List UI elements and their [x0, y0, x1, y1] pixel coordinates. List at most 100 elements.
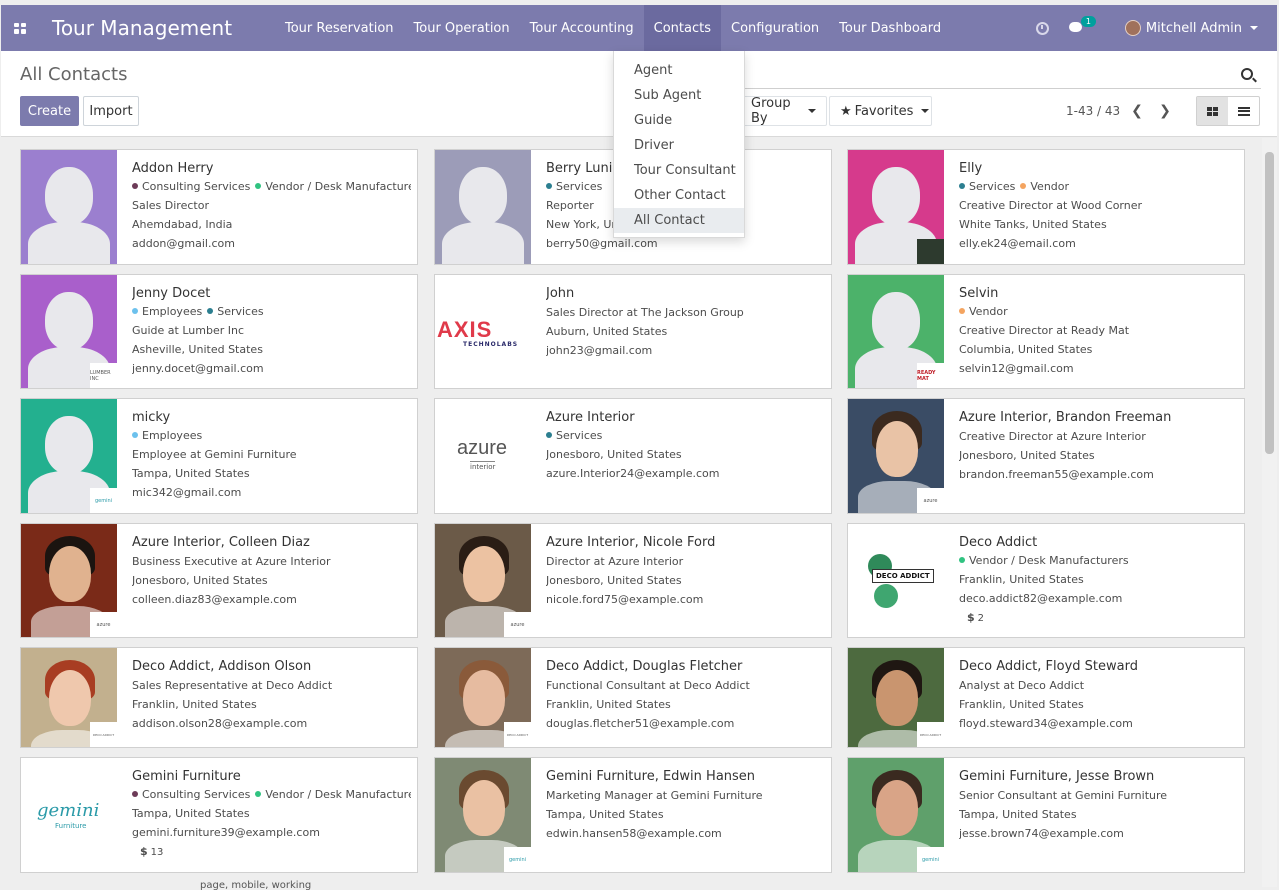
contact-name[interactable]: Gemini Furniture, Edwin Hansen [546, 768, 825, 786]
user-menu-caret-icon[interactable] [1250, 26, 1258, 30]
group-by-button[interactable]: Group By [740, 96, 827, 126]
contact-name[interactable]: Azure Interior, Colleen Diaz [132, 534, 411, 552]
pager-value[interactable]: 1-43 / 43 [1066, 104, 1120, 118]
contact-image [435, 150, 531, 264]
contact-name[interactable]: Elly [959, 160, 1238, 178]
contact-email: brandon.freeman55@example.com [959, 468, 1154, 481]
contact-card[interactable]: LUMBER INC Jenny Docet Employees Services Gu… [20, 274, 418, 389]
contact-details: Azure Interior Services Jonesboro, United … [546, 409, 825, 483]
contact-card[interactable]: azure Azure Interior, Nicole Ford Director… [434, 523, 832, 638]
contact-details: Selvin Vendor Creative Director at Ready M… [959, 285, 1238, 378]
contact-card[interactable]: Elly Services Vendor Creative Director at W… [847, 149, 1245, 265]
contact-card[interactable]: Addon Herry Consulting Services Vendor / D… [20, 149, 418, 265]
dropdown-item-guide[interactable]: Guide [614, 108, 744, 133]
photo-face [876, 421, 918, 477]
menu-tour-reservation[interactable]: Tour Reservation [275, 5, 404, 51]
dropdown-item-tour-consultant[interactable]: Tour Consultant [614, 158, 744, 183]
activity-clock-icon[interactable] [1035, 21, 1049, 35]
tag-color-dot [132, 183, 138, 189]
contact-card[interactable]: gemini Gemini Furniture, Jesse Brown Senio… [847, 757, 1245, 873]
contact-name[interactable]: Jenny Docet [132, 285, 411, 303]
contact-details: Gemini Furniture, Jesse Brown Senior Cons… [959, 768, 1238, 843]
scrollbar[interactable] [1262, 138, 1277, 887]
chat-bubble-icon [1068, 21, 1082, 32]
apps-menu-button[interactable] [1, 5, 39, 51]
contact-name[interactable]: micky [132, 409, 411, 427]
tag-label: Services [969, 180, 1016, 193]
dropdown-item-agent[interactable]: Agent [614, 58, 744, 83]
contact-card[interactable]: azure Azure Interior, Brandon Freeman Crea… [847, 398, 1245, 514]
scrollbar-thumb[interactable] [1265, 152, 1274, 454]
contact-card[interactable]: DECO ADDICT Deco Addict, Floyd Steward Ana… [847, 647, 1245, 748]
contact-name[interactable]: Azure Interior, Nicole Ford [546, 534, 825, 552]
search-input[interactable] [741, 61, 1221, 87]
tag: Services [546, 180, 602, 193]
contact-name[interactable]: Azure Interior [546, 409, 825, 427]
contact-card[interactable]: gemini Furniture Gemini Furniture Consultin… [20, 757, 418, 873]
contact-name[interactable]: Selvin [959, 285, 1238, 303]
menu-configuration[interactable]: Configuration [721, 5, 829, 51]
dropdown-item-driver[interactable]: Driver [614, 133, 744, 158]
tag-color-dot [132, 432, 138, 438]
contact-name[interactable]: Deco Addict [959, 534, 1238, 552]
search-icon[interactable] [1241, 68, 1253, 80]
contact-info-line: Employee at Gemini Furniture [132, 448, 297, 461]
photo-face [463, 546, 505, 602]
contact-name[interactable]: Gemini Furniture, Jesse Brown [959, 768, 1238, 786]
menu-tour-dashboard[interactable]: Tour Dashboard [829, 5, 951, 51]
menu-contacts[interactable]: Contacts [643, 5, 721, 51]
contact-name[interactable]: Addon Herry [132, 160, 411, 178]
company-logo-badge: DECO ADDICT [917, 722, 944, 747]
contact-name[interactable]: Deco Addict, Floyd Steward [959, 658, 1238, 676]
contact-image: READY MAT [848, 275, 944, 388]
contact-info-line: Sales Representative at Deco Addict [132, 679, 333, 692]
avatar-head [45, 416, 93, 474]
menu-tour-operation[interactable]: Tour Operation [404, 5, 520, 51]
contact-image: AXIS TECHNOLABS [435, 275, 531, 388]
create-button[interactable]: Create [20, 96, 79, 126]
tag: Services [207, 305, 264, 318]
import-button[interactable]: Import [83, 96, 139, 126]
contact-info-line: Tampa, United States [959, 808, 1077, 821]
list-view-button[interactable] [1228, 97, 1259, 125]
dropdown-item-all-contact[interactable]: All Contact [614, 208, 744, 233]
contact-info-line: Franklin, United States [546, 698, 671, 711]
sales-count: $2 [959, 611, 1238, 624]
contact-card[interactable]: DECO ADDICT Deco Addict, Addison Olson Sal… [20, 647, 418, 748]
dropdown-item-sub-agent[interactable]: Sub Agent [614, 83, 744, 108]
messaging-button[interactable]: 1 [1068, 15, 1096, 35]
contact-info-line: Franklin, United States [132, 698, 257, 711]
company-logo-badge: gemini [90, 488, 117, 513]
contact-name[interactable]: Deco Addict, Douglas Fletcher [546, 658, 825, 676]
app-title[interactable]: Tour Management [52, 16, 275, 40]
contact-card[interactable]: DECO ADDICT Deco Addict Vendor / Desk Manu… [847, 523, 1245, 638]
contact-card[interactable]: READY MAT Selvin Vendor Creative Director a… [847, 274, 1245, 389]
contact-card[interactable]: azure interior Azure Interior Services Jones… [434, 398, 832, 514]
contact-name[interactable]: Azure Interior, Brandon Freeman [959, 409, 1238, 427]
company-logo-badge: gemini [504, 847, 531, 872]
company-logo-badge [505, 374, 531, 388]
contact-image: gemini [435, 758, 531, 872]
contact-name[interactable]: John [546, 285, 825, 303]
tag-label: Services [217, 305, 264, 318]
contact-card[interactable]: gemini micky Employees Employee at Gemini F… [20, 398, 418, 514]
dropdown-item-other-contact[interactable]: Other Contact [614, 183, 744, 208]
favorites-button[interactable]: ★ Favorites [829, 96, 932, 126]
contact-card[interactable]: gemini Gemini Furniture, Edwin Hansen Mark… [434, 757, 832, 873]
pager-next-icon[interactable]: ❯ [1157, 102, 1173, 120]
contact-card[interactable]: DECO ADDICT Deco Addict, Douglas Fletcher… [434, 647, 832, 748]
contact-card[interactable]: azure Azure Interior, Colleen Diaz Busines… [20, 523, 418, 638]
pager-previous-icon[interactable]: ❮ [1129, 102, 1145, 120]
axis-logo-sub: TECHNOLABS [463, 341, 519, 348]
contact-name[interactable]: Deco Addict, Addison Olson [132, 658, 411, 676]
user-menu-name[interactable]: Mitchell Admin [1146, 21, 1242, 36]
contact-card[interactable]: AXIS TECHNOLABS John Sales Director at The … [434, 274, 832, 389]
tag-color-dot [255, 183, 262, 189]
contact-name[interactable]: Gemini Furniture [132, 768, 411, 786]
breadcrumb: All Contacts [20, 64, 128, 85]
user-avatar[interactable] [1124, 20, 1141, 36]
kanban-view-button[interactable] [1197, 97, 1228, 125]
menu-tour-accounting[interactable]: Tour Accounting [520, 5, 644, 51]
contact-details: Deco Addict, Floyd Steward Analyst at Dec… [959, 658, 1238, 733]
contact-image: azure [435, 524, 531, 637]
